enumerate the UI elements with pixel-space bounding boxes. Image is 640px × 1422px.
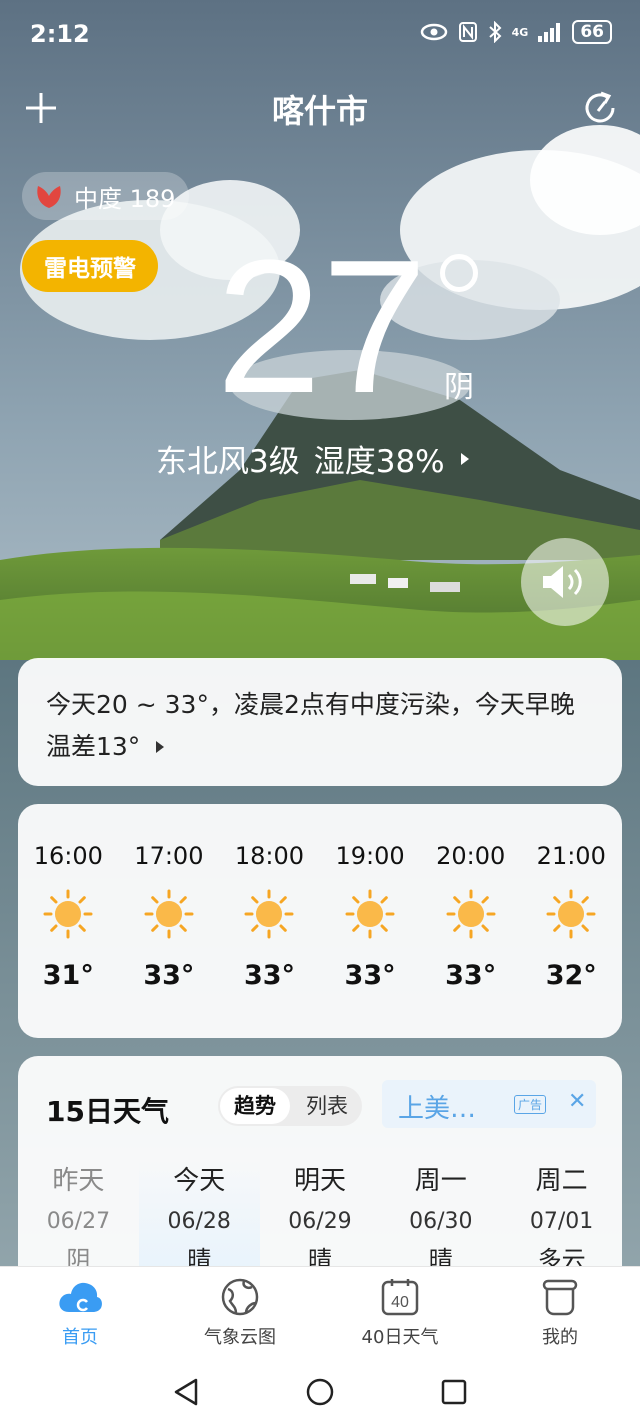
home-icon[interactable] [305, 1377, 335, 1407]
hour-temp: 33° [445, 960, 497, 991]
ad-banner[interactable]: 上美… 广告 ✕ [382, 1080, 596, 1128]
status-time: 2:12 [30, 20, 90, 48]
back-icon[interactable] [172, 1377, 200, 1407]
globe-icon [217, 1277, 263, 1317]
weather-warning-badge[interactable]: 雷电预警 [22, 240, 158, 292]
status-icons: 4G 66 [420, 20, 612, 44]
degree-symbol [440, 254, 478, 292]
wind-text: 东北风3级 [156, 444, 300, 480]
hourly-item: 18:00 33° [219, 804, 320, 1038]
tab-label: 我的 [542, 1327, 578, 1348]
tab-label: 气象云图 [204, 1327, 276, 1348]
day-name: 昨天 [52, 1166, 105, 1196]
sun-icon [42, 888, 94, 940]
forecast-days: 昨天 06/27 阴 今天 06/28 晴 明天 06/29 晴 周一 06/3… [18, 1160, 622, 1275]
hourly-item: 17:00 33° [119, 804, 220, 1038]
battery-indicator: 66 [572, 20, 612, 44]
city-name[interactable]: 喀什市 [0, 86, 640, 132]
summary-text: 今天20 ~ 33°，凌晨2点有中度污染，今天早晚温差13° [46, 690, 575, 761]
calendar-badge-text: 40 [391, 1294, 409, 1311]
day-name: 今天 [173, 1166, 226, 1196]
tab-40-day[interactable]: 40 40日天气 [320, 1267, 480, 1363]
hour-temp: 33° [143, 960, 195, 991]
nfc-icon [458, 22, 477, 42]
chevron-right-icon [156, 741, 165, 753]
hour-time: 21:00 [536, 842, 606, 870]
close-icon[interactable]: ✕ [568, 1089, 586, 1114]
day-name: 周一 [414, 1166, 467, 1196]
tab-mine[interactable]: 我的 [480, 1267, 640, 1363]
tab-label: 首页 [62, 1327, 98, 1348]
tab-list[interactable]: 列表 [292, 1086, 362, 1126]
ad-tag: 广告 [514, 1095, 547, 1114]
network-type: 4G [511, 25, 529, 39]
signal-icon [538, 23, 561, 42]
calendar-40-icon: 40 [377, 1277, 423, 1317]
hour-temp: 32° [545, 960, 597, 991]
ad-text: 上美… [398, 1094, 477, 1124]
hourly-item: 16:00 31° [18, 804, 119, 1038]
refresh-button[interactable] [578, 86, 622, 130]
air-quality-label: 中度 189 [74, 184, 176, 213]
tab-trend[interactable]: 趋势 [220, 1088, 290, 1124]
bluetooth-icon [488, 21, 502, 43]
tab-home[interactable]: 首页 [0, 1267, 160, 1363]
sun-icon [143, 888, 195, 940]
day-date: 06/27 [46, 1209, 111, 1234]
chevron-right-icon [460, 452, 469, 465]
hourly-item: 20:00 33° [420, 804, 521, 1038]
current-condition: 阴 [444, 370, 474, 405]
tab-label: 40日天气 [361, 1327, 439, 1348]
sun-icon [545, 888, 597, 940]
voice-broadcast-button[interactable] [521, 538, 609, 626]
recents-icon[interactable] [440, 1378, 468, 1406]
day-name: 周二 [535, 1166, 588, 1196]
day-date: 06/28 [167, 1209, 231, 1234]
forecast-day[interactable]: 周一 06/30 晴 [380, 1160, 501, 1275]
speaker-icon [543, 566, 582, 598]
hour-time: 17:00 [134, 842, 204, 870]
hourly-forecast-card[interactable]: 16:00 31° 17:00 33° 18:00 33° 19:00 33° … [18, 804, 622, 1038]
wind-humidity[interactable]: 东北风3级 湿度38% [156, 436, 471, 481]
hour-time: 16:00 [33, 842, 103, 870]
forecast-title: 15日天气 [46, 1095, 169, 1128]
cup-icon [537, 1277, 583, 1317]
hour-time: 18:00 [234, 842, 305, 870]
sun-icon [344, 888, 396, 940]
bottom-tab-bar: 首页 气象云图 40 40日天气 我的 [0, 1266, 640, 1363]
hourly-item: 19:00 33° [320, 804, 421, 1038]
sun-icon [243, 888, 295, 940]
forecast-view-toggle: 趋势 列表 [218, 1086, 362, 1126]
status-bar: 2:12 4G 66 [0, 0, 640, 68]
humidity-text: 湿度38% [313, 444, 445, 480]
hourly-item: 21:00 32° [521, 804, 622, 1038]
day-date: 06/30 [409, 1209, 473, 1234]
hour-temp: 33° [344, 960, 396, 991]
summary-text-wrap: 今天20 ~ 33°，凌晨2点有中度污染，今天早晚温差13° [18, 658, 622, 794]
air-quality-badge[interactable]: 中度 189 [22, 172, 190, 220]
day-date: 06/29 [288, 1209, 352, 1234]
forecast-day[interactable]: 周二 07/01 多云 [501, 1160, 622, 1275]
tab-cloud-map[interactable]: 气象云图 [160, 1267, 320, 1363]
cloud-icon [57, 1277, 103, 1317]
day-name: 明天 [293, 1166, 346, 1196]
eye-icon [420, 23, 447, 41]
hour-time: 19:00 [335, 842, 405, 870]
current-temperature: 27 [216, 221, 428, 433]
system-navigation-bar [0, 1362, 640, 1422]
forecast-day[interactable]: 明天 06/29 晴 [260, 1160, 381, 1275]
hour-time: 20:00 [436, 842, 506, 870]
leaf-icon [37, 186, 61, 208]
forecast-day[interactable]: 昨天 06/27 阴 [18, 1160, 139, 1275]
hour-temp: 31° [42, 960, 94, 991]
day-date: 07/01 [529, 1209, 594, 1234]
refresh-icon [585, 91, 615, 123]
sun-icon [445, 888, 497, 940]
weather-summary-card[interactable]: 今天20 ~ 33°，凌晨2点有中度污染，今天早晚温差13° [18, 658, 622, 786]
hour-temp: 33° [243, 960, 296, 991]
forecast-day[interactable]: 今天 06/28 晴 [138, 1160, 260, 1275]
